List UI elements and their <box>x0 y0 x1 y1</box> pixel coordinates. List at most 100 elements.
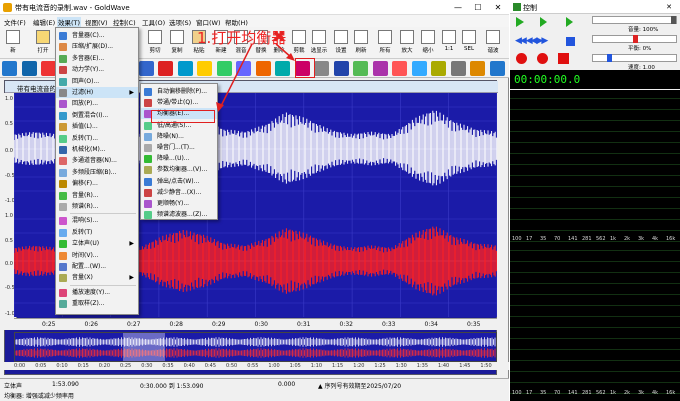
effects-menu-item[interactable]: 多音器(E)... <box>56 53 138 64</box>
overview-tick-label: 0:35 <box>162 363 174 369</box>
effect-tool-icon[interactable] <box>392 61 407 76</box>
effects-menu-item[interactable]: 多频段压缩(B)... <box>56 167 138 178</box>
effect-tool-icon[interactable] <box>470 61 485 76</box>
record-selection-icon[interactable] <box>537 53 548 64</box>
effects-menu-item[interactable]: 偏移(F)... <box>56 178 138 189</box>
effect-tool-icon[interactable] <box>353 61 368 76</box>
effect-tool-icon[interactable] <box>138 61 154 76</box>
show-selection-icon <box>312 30 326 44</box>
speed-slider-thumb[interactable] <box>607 54 612 62</box>
effects-menu-item[interactable]: 时间(V)... <box>56 250 138 261</box>
cut-button[interactable]: 剪切 <box>144 30 166 58</box>
filter-menu-item[interactable]: 弹出/点击(W)... <box>141 176 217 187</box>
play-selection-icon[interactable] <box>540 17 547 27</box>
menu-item-icon <box>144 188 152 197</box>
menu-view[interactable]: 视图(V) <box>85 17 108 27</box>
menu-file[interactable]: 文件(F) <box>4 17 26 27</box>
meter-grid-line <box>510 120 680 121</box>
refresh-button[interactable]: 刷新 <box>350 30 372 58</box>
effects-menu-item[interactable]: 音量(X) ▶ <box>56 272 138 283</box>
effects-menu-item[interactable]: 过滤(H) ▶ <box>56 87 138 98</box>
effect-tool-icon[interactable] <box>450 61 466 76</box>
effect-tool-icon[interactable] <box>333 61 349 76</box>
menu-options[interactable]: 选项(S) <box>169 17 191 27</box>
effects-menu-item[interactable]: 反转(T) <box>56 227 138 238</box>
close-button[interactable]: ✕ <box>489 0 507 15</box>
effect-tool-icon[interactable] <box>158 61 173 76</box>
harmonic-button[interactable]: 谐波 <box>482 30 504 58</box>
volume-slider-thumb[interactable] <box>671 16 676 24</box>
effects-menu-item[interactable]: 重取样(Z)... <box>56 298 138 309</box>
control-close-button[interactable]: ✕ <box>660 0 678 15</box>
select-all-button[interactable]: 所有 <box>374 30 396 58</box>
effects-menu-item[interactable]: 回声(O)... <box>56 76 138 87</box>
stop-icon[interactable] <box>566 37 575 46</box>
menu-separator <box>70 213 136 215</box>
open-button[interactable]: 打开 <box>32 30 54 58</box>
overview-waveform[interactable] <box>14 332 497 362</box>
balance-slider[interactable] <box>592 35 677 43</box>
effects-menu-item[interactable]: 立体声(U) ▶ <box>56 238 138 249</box>
effect-tool-icon[interactable] <box>314 61 329 76</box>
speed-slider[interactable] <box>592 54 677 62</box>
effects-menu-item[interactable]: 混响(S)... <box>56 215 138 226</box>
zoom-in-button[interactable]: 放大 <box>396 30 418 58</box>
menu-effects[interactable]: 效果(T) <box>57 17 82 27</box>
play-icon[interactable] <box>516 17 524 27</box>
effects-menu-item[interactable]: 倒置混合(I)... <box>56 110 138 121</box>
effects-menu-item[interactable]: 频谱(R)... <box>56 201 138 212</box>
menu-edit[interactable]: 编辑(E) <box>33 17 55 27</box>
minimize-button[interactable]: — <box>449 0 467 15</box>
settings-button[interactable]: 设置 <box>330 30 352 58</box>
show-selection-button[interactable]: 选显示 <box>308 30 330 58</box>
menu-item-label: 倒置混合(I)... <box>72 111 109 119</box>
volume-slider[interactable] <box>592 16 677 24</box>
effect-tool-icon[interactable] <box>411 61 427 76</box>
effects-menu-item[interactable]: 配置...(W)... <box>56 261 138 272</box>
maximize-button[interactable]: ☐ <box>469 0 487 15</box>
effect-tool-icon[interactable] <box>21 61 37 76</box>
effects-menu-item[interactable]: 回放(P)... <box>56 98 138 109</box>
filter-menu-item[interactable]: 更顺畅(Y)... <box>141 198 217 209</box>
effect-tool-icon[interactable] <box>489 61 505 76</box>
menu-control[interactable]: 控制(C) <box>113 17 136 27</box>
menu-item-icon <box>144 177 152 186</box>
effects-menu-item[interactable]: 压缩/扩展(D)... <box>56 41 138 52</box>
menu-window[interactable]: 窗口(W) <box>196 17 221 27</box>
filter-menu-item[interactable]: 减少静音...(X)... <box>141 187 217 198</box>
effects-menu-item[interactable]: 音量器(C)... <box>56 30 138 41</box>
new-button[interactable]: 新 <box>2 30 24 58</box>
menu-tools[interactable]: 工具(O) <box>142 17 165 27</box>
filter-menu-item[interactable]: 降噪(N)... <box>141 131 217 142</box>
rewind-forward-icons[interactable]: ◀◀ ◀◀ ▶▶ <box>515 37 563 46</box>
zoom-selection-button[interactable]: SEL <box>458 30 480 58</box>
zoom-out-button[interactable]: 缩小 <box>417 30 439 58</box>
effects-menu-item[interactable]: 反转(T)... <box>56 133 138 144</box>
timeline-tick-label: 0:29 <box>212 321 226 328</box>
scale-label: 1.0 <box>5 96 13 102</box>
effects-menu-item[interactable]: 音量(R)... <box>56 190 138 201</box>
overview-left-waveform <box>14 337 496 347</box>
meter-frequency-label: 4k <box>652 236 659 242</box>
effect-tool-icon[interactable] <box>431 61 446 76</box>
filter-menu-item[interactable]: 参数均衡器...(V)... <box>141 164 217 175</box>
record-stop-icon[interactable] <box>558 53 569 64</box>
effects-menu-item[interactable]: 多通道音器(N)... <box>56 155 138 166</box>
effect-tool-icon[interactable] <box>41 61 56 76</box>
effects-menu-item[interactable]: 机械化(M)... <box>56 144 138 155</box>
filter-menu-item[interactable]: 噪音门...(T)... <box>141 142 217 153</box>
menu-help[interactable]: 帮助(H) <box>225 17 248 27</box>
effects-menu-item[interactable]: 插值(L)... <box>56 121 138 132</box>
filter-menu-item[interactable]: 频谱滤波器...(Z)... <box>141 209 217 220</box>
balance-slider-thumb[interactable] <box>633 35 638 43</box>
filter-menu-item[interactable]: 降噪...(U)... <box>141 153 217 164</box>
refresh-icon <box>354 30 368 44</box>
effect-tool-icon[interactable] <box>2 61 17 76</box>
play-custom-icon[interactable] <box>566 17 573 27</box>
effects-menu-item[interactable]: 动力学(Y)... <box>56 64 138 75</box>
effects-menu-item[interactable]: 播放速度(Y)... <box>56 287 138 298</box>
record-icon[interactable] <box>516 53 527 64</box>
effect-tool-icon[interactable] <box>372 61 388 76</box>
zoom-1-1-button[interactable]: 1:1 <box>438 30 460 58</box>
overview-view-window[interactable] <box>123 333 165 361</box>
